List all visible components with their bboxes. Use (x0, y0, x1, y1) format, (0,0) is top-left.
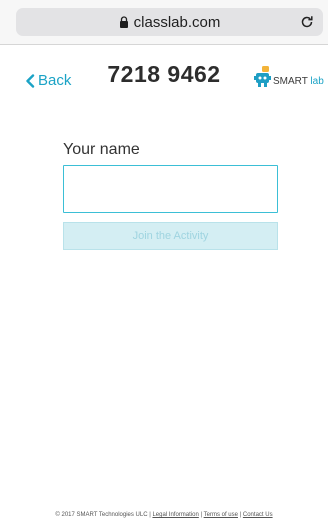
logo-product: lab (310, 76, 324, 87)
legal-information-link[interactable]: Legal Information (152, 512, 198, 518)
browser-address-bar: classlab.com (0, 0, 328, 45)
reload-icon[interactable] (299, 14, 315, 30)
footer-copyright: © 2017 SMART Technologies ULC | (55, 512, 153, 518)
name-input[interactable] (63, 165, 278, 213)
name-label: Your name (63, 141, 140, 158)
join-form: Your name Join the Activity (63, 141, 278, 250)
logo-text: SMART lab (273, 76, 324, 88)
contact-us-link[interactable]: Contact Us (243, 512, 273, 518)
url-field[interactable]: classlab.com (16, 8, 323, 36)
footer: © 2017 SMART Technologies ULC | Legal In… (0, 512, 328, 518)
terms-of-use-link[interactable]: Terms of use (204, 512, 238, 518)
smart-lab-robot-icon (254, 66, 271, 87)
lock-icon (119, 16, 128, 28)
url-display: classlab.com (16, 8, 323, 36)
url-text: classlab.com (133, 13, 221, 31)
logo-brand: SMART (273, 76, 308, 87)
page-header: Back 7218 9462 SMART lab (0, 45, 328, 115)
smart-lab-logo: SMART lab (254, 66, 324, 88)
join-activity-button[interactable]: Join the Activity (63, 222, 278, 250)
